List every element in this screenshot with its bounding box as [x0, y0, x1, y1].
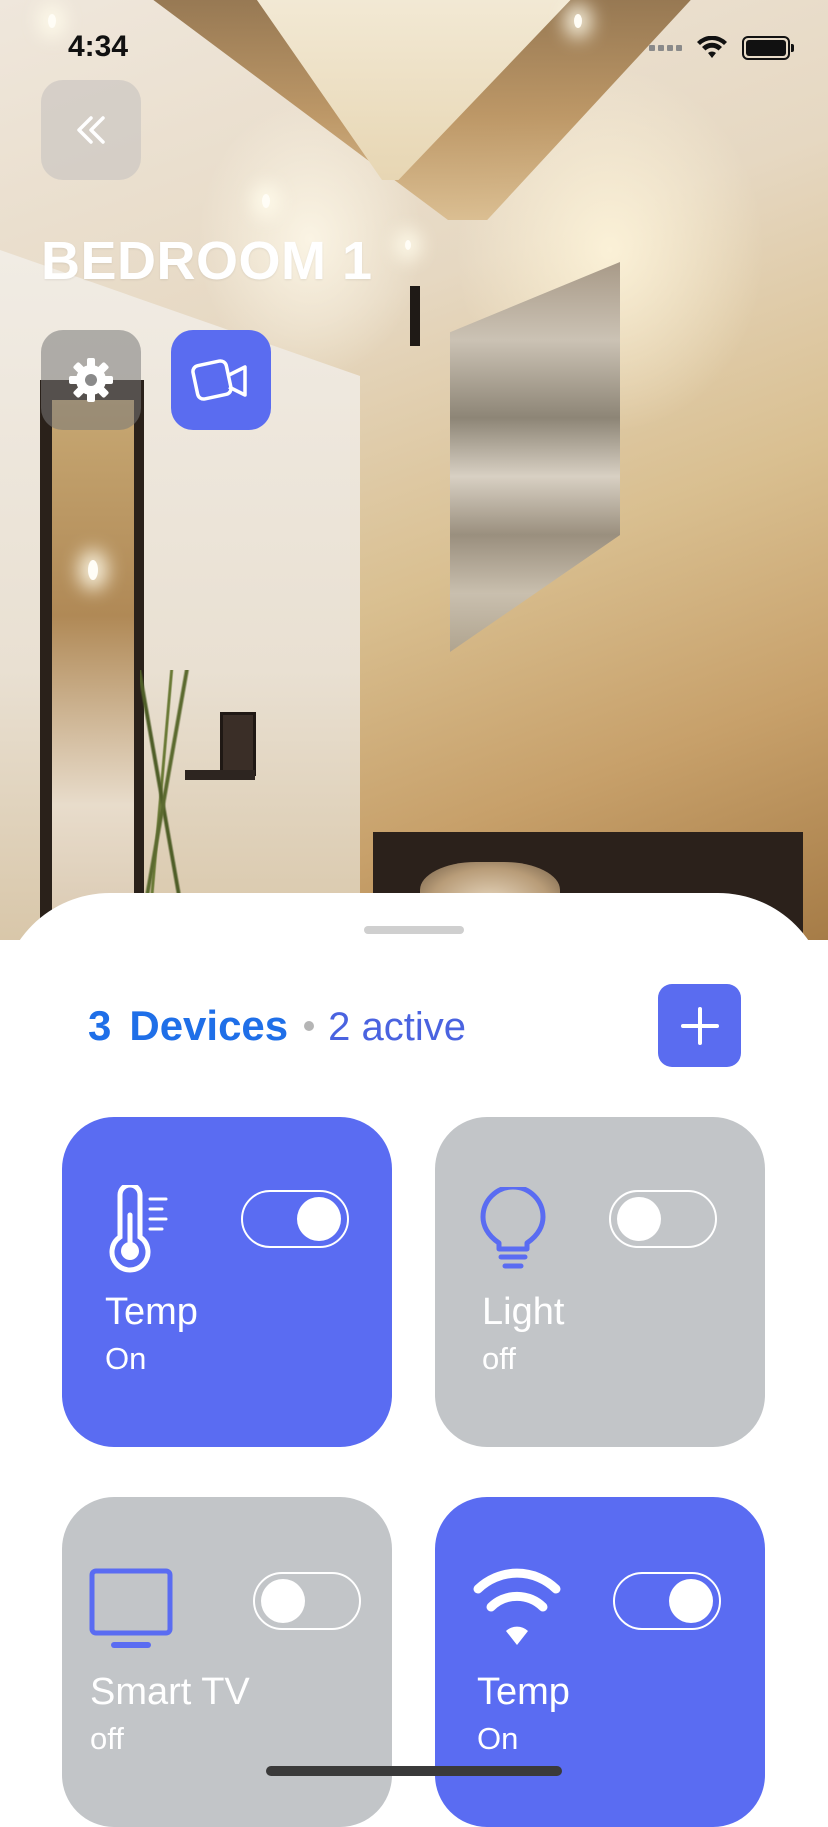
chevrons-left-icon [77, 116, 105, 144]
plus-icon [680, 1006, 719, 1045]
device-card-smart-tv[interactable]: Smart TV off [62, 1497, 392, 1827]
gear-icon [69, 358, 113, 402]
video-camera-icon [191, 359, 247, 401]
mirror-light-reflection [88, 560, 98, 580]
device-state: off [482, 1341, 516, 1376]
settings-button[interactable] [41, 330, 141, 430]
camera-button[interactable] [171, 330, 271, 430]
device-name: Light [482, 1291, 565, 1333]
ceiling-light [262, 194, 270, 208]
devices-label: Devices [129, 1002, 289, 1049]
device-toggle[interactable] [241, 1190, 349, 1248]
device-card-light[interactable]: Light off [435, 1117, 765, 1447]
sheet-grabber[interactable] [364, 926, 464, 934]
device-card-temp[interactable]: Temp On [62, 1117, 392, 1447]
device-state: On [105, 1341, 147, 1376]
wall-shelf [185, 770, 255, 780]
device-toggle[interactable] [253, 1572, 361, 1630]
cellular-signal-icon [649, 45, 682, 51]
separator-dot [304, 1021, 315, 1031]
active-count: 2 active [328, 1005, 467, 1049]
thermometer-icon [109, 1185, 168, 1273]
wall-painting [450, 262, 620, 652]
device-toggle[interactable] [613, 1572, 721, 1630]
home-indicator [266, 1766, 562, 1776]
devices-heading: 3 Devices 2 active [88, 1002, 466, 1050]
wifi-icon [473, 1568, 561, 1645]
back-button[interactable] [41, 80, 141, 180]
wifi-status-icon [697, 36, 727, 58]
device-card-wifi[interactable]: Temp On [435, 1497, 765, 1827]
battery-icon [742, 36, 794, 60]
status-time: 4:34 [68, 30, 129, 63]
device-name: Smart TV [90, 1671, 250, 1713]
device-name: Temp [477, 1671, 570, 1713]
ceiling-light [405, 240, 411, 250]
devices-count: 3 [88, 1002, 112, 1049]
page-title: BEDROOM 1 [41, 231, 373, 291]
status-icons [649, 36, 794, 60]
lightbulb-icon [480, 1187, 546, 1269]
ceiling-light [48, 14, 56, 28]
tv-icon [89, 1568, 173, 1648]
device-state: off [90, 1721, 124, 1756]
photo-frame [220, 712, 256, 776]
mirror-glass [52, 400, 134, 940]
wall-sconce [410, 286, 420, 346]
add-device-button[interactable] [658, 984, 741, 1067]
device-name: Temp [105, 1291, 198, 1333]
ceiling-light [574, 14, 582, 28]
device-state: On [477, 1721, 519, 1756]
device-toggle[interactable] [609, 1190, 717, 1248]
